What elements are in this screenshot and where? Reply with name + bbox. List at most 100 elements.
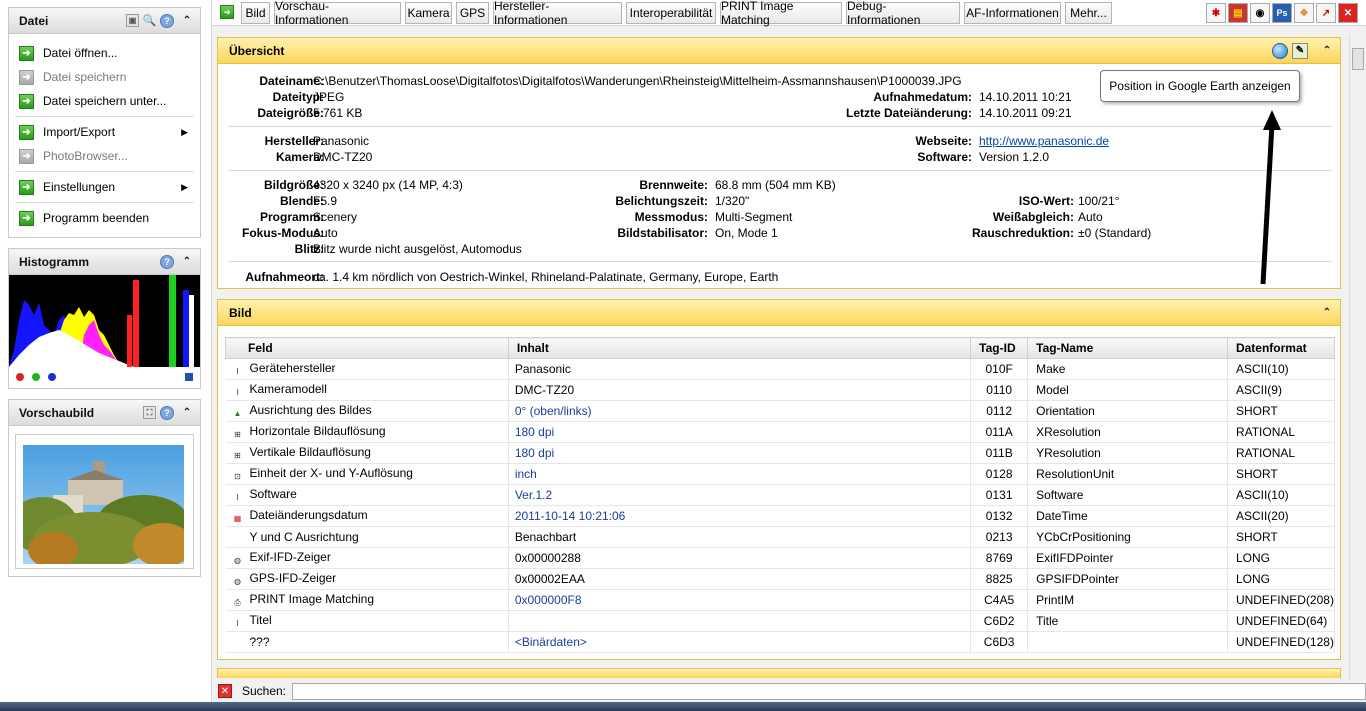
cell-inhalt: 0x000000F8 — [508, 589, 972, 611]
tab-vorschau-informationen[interactable]: Vorschau-Informationen — [274, 0, 401, 27]
bild-title: Bild — [229, 305, 252, 320]
col-tag-id[interactable]: Tag-ID — [970, 337, 1029, 359]
menu-photobrowser[interactable]: ➜ PhotoBrowser... — [9, 144, 200, 168]
blank-icon — [232, 531, 244, 543]
search-bar: ✕ Suchen: — [212, 680, 1366, 702]
table-row[interactable]: ◍ GPS-IFD-Zeiger 0x00002EAA 8825 GPSIFDPoint… — [225, 568, 1336, 590]
table-row[interactable]: ▦ Dateiänderungsdatum 2011-10-14 10:21:06 0… — [225, 505, 1336, 527]
collapse-icon[interactable]: ⌃ — [1320, 44, 1334, 58]
table-row[interactable]: ⊞ Horizontale Bildauflösung 180 dpi 011A XRe… — [225, 421, 1336, 443]
collapse-icon[interactable]: ⌃ — [180, 406, 194, 420]
table-row[interactable]: ??? <Binärdaten> C6D3 UNDEFINED(128) — [225, 631, 1336, 653]
close-icon[interactable]: ✕ — [1338, 3, 1358, 23]
software-label: Software: — [917, 150, 972, 164]
stabilisator-value: On, Mode 1 — [715, 226, 778, 240]
cell-tag-id: 0112 — [970, 400, 1029, 422]
map-icon[interactable]: ✎ — [1292, 42, 1308, 59]
blitz-value: Blitz wurde nicht ausgelöst, Automodus — [313, 242, 522, 256]
table-row[interactable]: ⎙ PRINT Image Matching 0x000000F8 C4A5 Print… — [225, 589, 1336, 611]
cell-tag-name: Orientation — [1027, 400, 1228, 422]
col-tag-name[interactable]: Tag-Name — [1027, 337, 1228, 359]
cell-tag-id: C6D2 — [970, 610, 1029, 632]
eye-icon[interactable]: ◉ — [1250, 3, 1270, 23]
fullscreen-icon[interactable]: ⛶ — [143, 406, 156, 419]
menu-datei-speichern-unter[interactable]: ➜ Datei speichern unter... — [9, 89, 200, 113]
arrow-icon: ➜ — [19, 69, 34, 85]
menu-einstellungen[interactable]: ➜ Einstellungen ▶ — [9, 175, 200, 199]
clear-search-icon[interactable]: ✕ — [218, 684, 232, 698]
cell-inhalt: Benachbart — [508, 526, 972, 548]
collapse-icon[interactable]: ⌃ — [180, 255, 194, 269]
help-icon[interactable]: ? — [160, 13, 174, 28]
cell-datenformat: UNDEFINED(64) — [1227, 610, 1336, 632]
search-icon[interactable]: 🔍 — [143, 14, 157, 27]
table-row[interactable]: I Kameramodell DMC-TZ20 0110 Model ASCII(9) — [225, 379, 1336, 401]
cell-tag-id: 011A — [970, 421, 1029, 443]
go-icon[interactable]: ➜ — [220, 5, 234, 19]
copy-icon[interactable]: ▣ — [126, 14, 139, 27]
tab-print-image-matching[interactable]: PRINT Image Matching — [720, 0, 842, 27]
table-row[interactable]: ▲ Ausrichtung des Bildes 0° (oben/links) 01… — [225, 400, 1336, 422]
scrollbar-thumb[interactable] — [1352, 48, 1364, 70]
table-row[interactable]: ⊡ Einheit der X- und Y-Auflösung inch 0128 R… — [225, 463, 1336, 485]
menu-import-export[interactable]: ➜ Import/Export ▶ — [9, 120, 200, 144]
col-feld[interactable]: Feld — [225, 337, 509, 359]
menu-programm-beenden[interactable]: ➜ Programm beenden — [9, 206, 200, 230]
table-row[interactable]: ◍ Exif-IFD-Zeiger 0x00000288 8769 ExifIFDPoi… — [225, 547, 1336, 569]
tab-mehr[interactable]: Mehr... — [1065, 2, 1112, 24]
arrow-icon: ➜ — [19, 179, 34, 195]
bildgroesse-value: 4320 x 3240 px (14 MP, 4:3) — [313, 178, 463, 192]
tab-bild[interactable]: Bild — [241, 2, 270, 24]
cell-feld: ◍ GPS-IFD-Zeiger — [225, 568, 509, 590]
webseite-link[interactable]: http://www.panasonic.de — [979, 134, 1109, 148]
table-row[interactable]: Y und C Ausrichtung Benachbart 0213 YCbCrPo… — [225, 526, 1336, 548]
preview-image-frame — [15, 434, 194, 569]
tab-interoperabilitaet[interactable]: Interoperabilität — [626, 2, 716, 24]
brennweite-value: 68.8 mm (504 mm KB) — [715, 178, 836, 192]
cell-datenformat: SHORT — [1227, 526, 1336, 548]
vorschau-panel-title: Vorschaubild — [19, 405, 95, 420]
vorschau-panel: Vorschaubild ⛶ ? ⌃ — [8, 399, 201, 577]
tab-gps[interactable]: GPS — [456, 2, 489, 24]
printer-icon: ⎙ — [234, 597, 241, 607]
uebersicht-title: Übersicht — [229, 43, 285, 58]
arrow-icon: ➜ — [19, 210, 34, 226]
dateiname-value: C:\Benutzer\ThomasLoose\Digitalfotos\Dig… — [313, 74, 962, 88]
orientation-icon: ▲ — [233, 408, 242, 418]
table-row[interactable]: I Titel C6D2 Title UNDEFINED(64) — [225, 610, 1336, 632]
webseite-label: Webseite: — [915, 134, 972, 148]
collapse-icon[interactable]: ⌃ — [180, 14, 194, 28]
camera-icon: ◍ — [234, 576, 241, 586]
collapse-icon[interactable]: ⌃ — [1320, 306, 1334, 320]
google-earth-icon[interactable] — [1272, 42, 1288, 59]
tab-kamera[interactable]: Kamera — [405, 2, 452, 24]
search-input[interactable] — [292, 682, 1366, 700]
tab-debug-informationen[interactable]: Debug-Informationen — [846, 0, 960, 27]
windows-icon[interactable]: ❖ — [1294, 3, 1314, 23]
bug-icon[interactable]: ✱ — [1206, 3, 1226, 23]
arrow-icon: ➜ — [19, 124, 34, 140]
menu-datei-oeffnen[interactable]: ➜ Datei öffnen... — [9, 41, 200, 65]
divider — [228, 170, 1332, 171]
cell-inhalt: Ver.1.2 — [508, 484, 972, 506]
table-row[interactable]: ⊞ Vertikale Bildauflösung 180 dpi 011B YReso… — [225, 442, 1336, 464]
cell-datenformat: LONG — [1227, 568, 1336, 590]
col-inhalt[interactable]: Inhalt — [507, 337, 972, 359]
col-datenformat[interactable]: Datenformat — [1226, 337, 1336, 359]
table-row[interactable]: I Gerätehersteller Panasonic 010F Make ASCII(… — [225, 358, 1336, 380]
table-row[interactable]: I Software Ver.1.2 0131 Software ASCII(10) — [225, 484, 1336, 506]
preview-image[interactable] — [23, 445, 184, 564]
menu-datei-speichern[interactable]: ➜ Datei speichern — [9, 65, 200, 89]
export-icon[interactable]: ↗ — [1316, 3, 1336, 23]
vertical-scrollbar[interactable] — [1349, 34, 1365, 682]
film-icon[interactable]: ▤ — [1228, 3, 1248, 23]
datei-panel-header: Datei ▣ 🔍 ? ⌃ — [9, 8, 200, 34]
photoshop-icon[interactable]: Ps — [1272, 3, 1292, 23]
programm-value: Scenery — [313, 210, 358, 224]
help-icon[interactable]: ? — [160, 254, 174, 269]
tab-af-informationen[interactable]: AF-Informationen — [964, 2, 1061, 24]
help-icon[interactable]: ? — [160, 405, 174, 420]
tab-hersteller-informationen[interactable]: Hersteller-Informationen — [493, 0, 622, 27]
letzte-aenderung-value: 14.10.2011 09:21 — [979, 106, 1072, 120]
text-icon: I — [236, 366, 239, 376]
